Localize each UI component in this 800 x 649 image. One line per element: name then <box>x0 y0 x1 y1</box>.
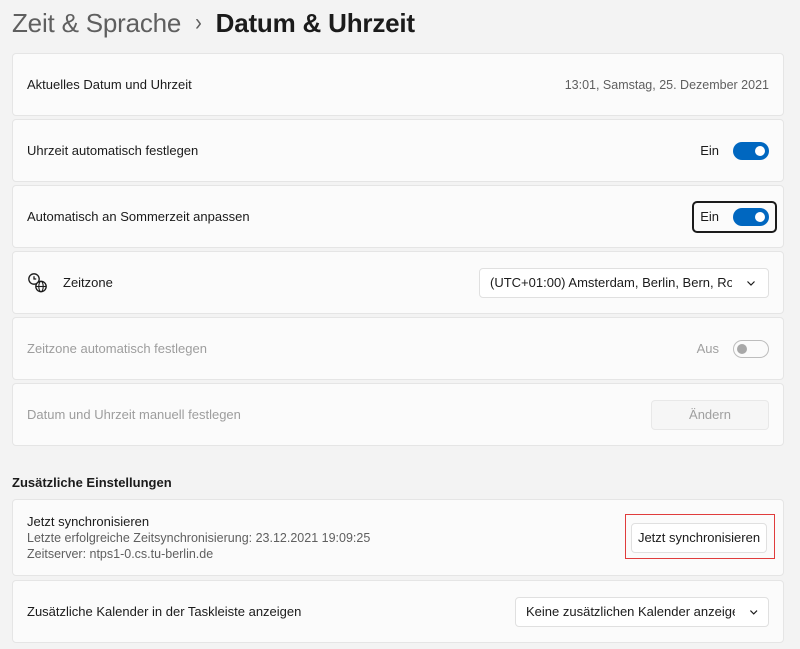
toggle-knob <box>737 343 747 354</box>
calendar-card: Zusätzliche Kalender in der Taskleiste a… <box>12 580 784 643</box>
breadcrumb-separator: › <box>195 9 202 36</box>
auto-timezone-card: Zeitzone automatisch festlegen Aus <box>12 317 784 380</box>
toggle-knob <box>755 145 765 156</box>
manual-datetime-card: Datum und Uhrzeit manuell festlegen Ände… <box>12 383 784 446</box>
time-server-text: Zeitserver: ntps1-0.cs.tu-berlin.de <box>27 547 214 561</box>
dst-state: Ein <box>700 209 719 224</box>
sync-info: Jetzt synchronisieren Letzte erfolgreich… <box>27 514 370 561</box>
change-button[interactable]: Ändern <box>651 399 769 430</box>
toggle-switch[interactable] <box>733 141 769 160</box>
sync-card: Jetzt synchronisieren Letzte erfolgreich… <box>12 499 784 576</box>
auto-timezone-label: Zeitzone automatisch festlegen <box>27 341 207 356</box>
last-sync-text: Letzte erfolgreiche Zeitsynchronisierung… <box>27 531 371 545</box>
manual-datetime-label: Datum und Uhrzeit manuell festlegen <box>27 407 241 422</box>
calendar-label: Zusätzliche Kalender in der Taskleiste a… <box>27 604 302 619</box>
toggle-switch[interactable] <box>733 339 769 358</box>
breadcrumb: Zeit & Sprache › Datum & Uhrzeit <box>12 6 415 40</box>
timezone-selected: (UTC+01:00) Amsterdam, Berlin, Bern, Rom… <box>490 275 732 290</box>
auto-timezone-state: Aus <box>696 341 719 356</box>
dst-label: Automatisch an Sommerzeit anpassen <box>27 209 250 224</box>
calendar-selected: Keine zusätzlichen Kalender anzeigen <box>526 604 735 619</box>
chevron-down-icon <box>749 609 757 615</box>
toggle-knob <box>755 211 765 222</box>
current-datetime-card: Aktuelles Datum und Uhrzeit 13:01, Samst… <box>12 53 784 116</box>
auto-time-state: Ein <box>700 143 719 158</box>
auto-time-card: Uhrzeit automatisch festlegen Ein <box>12 119 784 182</box>
timezone-dropdown[interactable]: (UTC+01:00) Amsterdam, Berlin, Bern, Rom… <box>479 267 769 298</box>
sync-title: Jetzt synchronisieren <box>27 514 150 529</box>
auto-time-label: Uhrzeit automatisch festlegen <box>27 143 199 158</box>
auto-timezone-toggle[interactable]: Aus <box>696 339 769 358</box>
current-datetime-value: 13:01, Samstag, 25. Dezember 2021 <box>564 77 769 92</box>
dst-card: Automatisch an Sommerzeit anpassen Ein <box>12 185 784 248</box>
toggle-switch[interactable] <box>733 207 769 226</box>
section-heading: Zusätzliche Einstellungen <box>12 475 172 490</box>
auto-time-toggle[interactable]: Ein <box>700 141 769 160</box>
breadcrumb-parent-link[interactable]: Zeit & Sprache <box>12 8 181 39</box>
page-title: Datum & Uhrzeit <box>215 7 415 38</box>
timezone-card: Zeitzone (UTC+01:00) Amsterdam, Berlin, … <box>12 251 784 314</box>
sync-now-button[interactable]: Jetzt synchronisieren <box>631 522 767 553</box>
calendar-dropdown[interactable]: Keine zusätzlichen Kalender anzeigen <box>515 596 769 627</box>
current-datetime-label: Aktuelles Datum und Uhrzeit <box>27 77 192 92</box>
clock-globe-icon <box>28 272 47 292</box>
chevron-down-icon <box>747 280 755 286</box>
timezone-label: Zeitzone <box>63 275 113 290</box>
dst-toggle[interactable]: Ein <box>692 200 777 233</box>
